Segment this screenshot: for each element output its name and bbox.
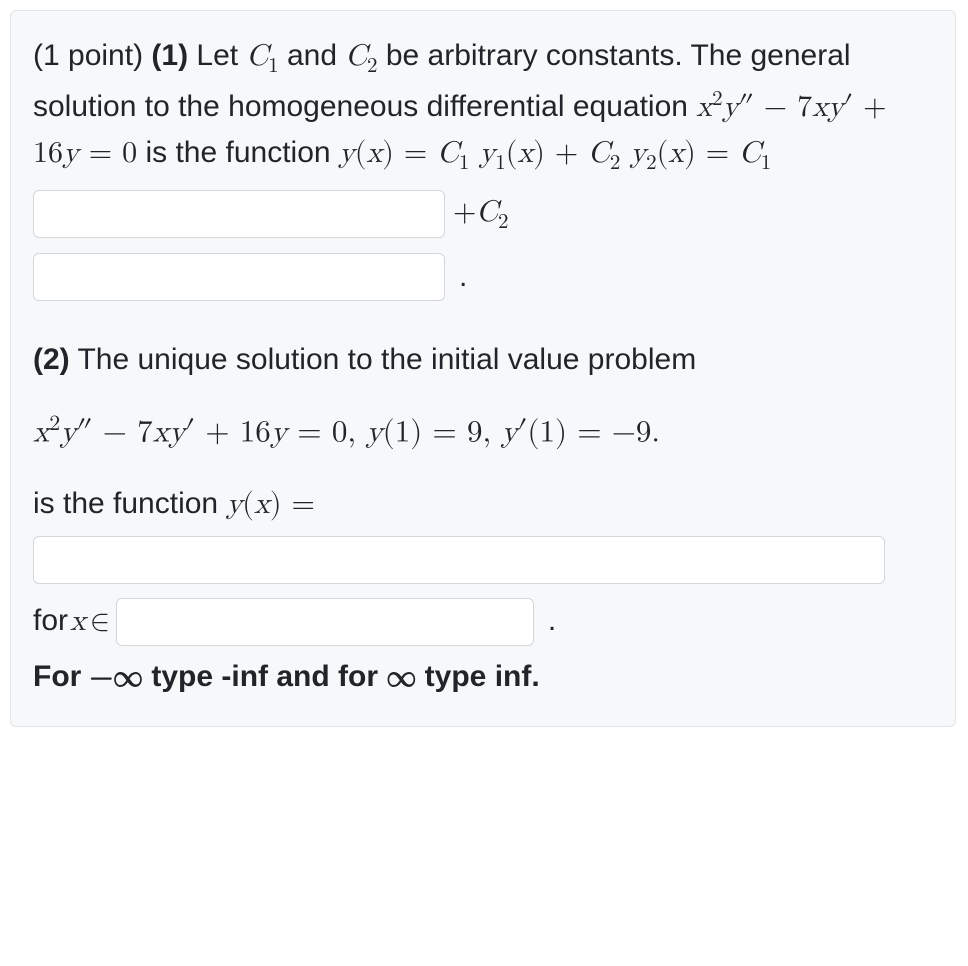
- period: .: [548, 598, 556, 645]
- txt: Let: [188, 39, 246, 72]
- yx-input[interactable]: [33, 536, 885, 584]
- pos-infinity: ∞: [386, 662, 416, 692]
- neg-infinity: −∞: [90, 662, 143, 692]
- y2-input[interactable]: [33, 253, 445, 301]
- for-label: for: [33, 598, 68, 645]
- txt: is the function: [137, 136, 339, 169]
- infinity-hint: For −∞ type -inf and for ∞ type inf.: [33, 654, 933, 701]
- y-of-x-equals: y(x) =: [226, 489, 314, 519]
- yx-input-row: [33, 536, 933, 584]
- txt: The unique solution to the initial value…: [70, 343, 697, 376]
- part1-number: (1): [151, 39, 188, 72]
- c2-var: C2: [345, 41, 377, 71]
- part2-isthefunction: is the function y(x) =: [33, 481, 933, 528]
- c1-var: C1: [246, 41, 278, 71]
- y2-input-row: .: [33, 253, 933, 301]
- txt: is the function: [33, 487, 226, 520]
- domain-input[interactable]: [116, 598, 534, 646]
- problem-card: (1 point) (1) Let C1 and C2 be arbitrary…: [10, 10, 956, 727]
- part2-number: (2): [33, 343, 70, 376]
- x-var: x: [70, 598, 86, 645]
- element-of: ∈: [90, 598, 110, 645]
- part2-lead: (2) The unique solution to the initial v…: [33, 337, 933, 384]
- general-solution-lhs: y(x) = C1 y1(x) + C2 y2(x) = C1: [339, 138, 771, 168]
- plus-c2: +C2: [453, 189, 509, 240]
- period: .: [459, 254, 467, 301]
- part1-paragraph: (1 point) (1) Let C1 and C2 be arbitrary…: [33, 33, 933, 181]
- y1-input-row: +C2: [33, 189, 933, 240]
- txt: and: [279, 39, 346, 72]
- points-label: (1 point): [33, 39, 151, 72]
- domain-row: for x ∈ .: [33, 598, 933, 646]
- y1-input[interactable]: [33, 190, 445, 238]
- ivp-equation: x2y″ − 7xy′ + 16y = 0, y(1) = 9, y′(1) =…: [33, 408, 933, 457]
